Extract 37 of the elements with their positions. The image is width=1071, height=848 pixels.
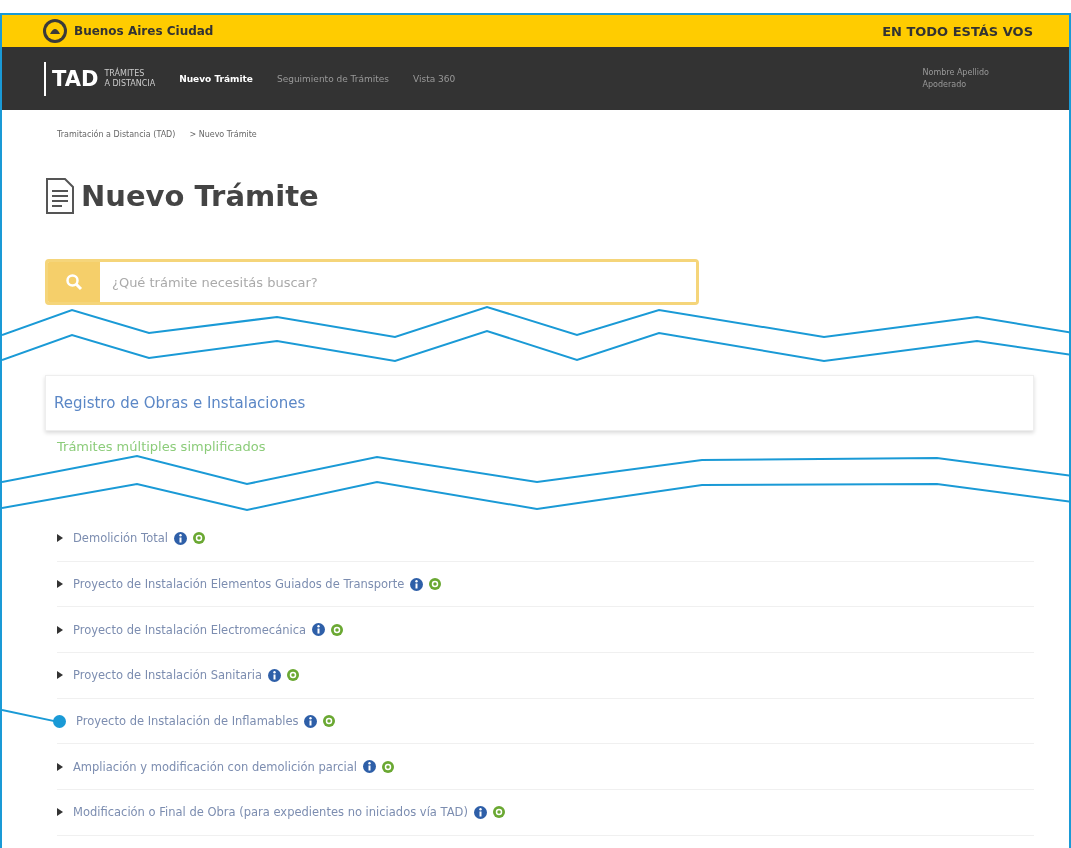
search-field[interactable]: ¿Qué trámite necesitás buscar?	[45, 259, 699, 305]
slogan: EN TODO ESTÁS VOS	[882, 23, 1033, 39]
category-header[interactable]: Registro de Obras e Instalaciones	[45, 375, 1034, 431]
page-title: Nuevo Trámite	[81, 179, 319, 213]
nav-link[interactable]: Nuevo Trámite	[179, 73, 253, 84]
info-icon[interactable]	[312, 623, 326, 637]
info-icon[interactable]	[268, 668, 281, 682]
procedure-link[interactable]: Modificación o Final de Obra (para expedientes no iniciados vía TAD)	[73, 805, 468, 820]
document-icon	[45, 177, 75, 215]
info-icon[interactable]	[473, 805, 487, 819]
breadcrumb-link[interactable]: > Nuevo Trámite	[189, 130, 257, 139]
callout-dot	[53, 714, 66, 728]
section-subtitle: Trámites múltiples simplificados	[56, 438, 267, 454]
search-icon	[65, 273, 83, 291]
logo-divider	[44, 61, 46, 96]
logo-subtitle: TRÁMITES	[104, 68, 146, 79]
tad-logo[interactable]: TAD	[52, 66, 99, 91]
procedure-link[interactable]: Proyecto de Instalación Electromecánica	[73, 622, 307, 637]
procedure-link[interactable]: Proyecto de Instalación de Inflamables	[76, 714, 299, 729]
info-icon[interactable]	[304, 714, 318, 728]
city-seal-icon	[42, 18, 68, 44]
brand-name[interactable]: Buenos Aires Ciudad	[74, 24, 214, 38]
category-title: Registro de Obras e Instalaciones	[54, 394, 306, 412]
breadcrumb-link[interactable]: Tramitación a Distancia (TAD)	[57, 130, 176, 139]
search-button[interactable]	[48, 262, 100, 302]
procedure-link[interactable]: Proyecto de Instalación Elementos Guiados de Transporte	[73, 577, 405, 592]
user-info[interactable]: Apoderado	[922, 80, 989, 89]
info-icon[interactable]	[363, 760, 376, 774]
logo-subtitle: A DISTANCIA	[104, 78, 156, 89]
nav-link[interactable]: Vista 360	[413, 73, 456, 84]
user-info[interactable]: Nombre Apellido	[922, 68, 989, 77]
procedure-link[interactable]: Proyecto de Instalación Sanitaria	[73, 668, 262, 683]
procedure-link[interactable]: Ampliación y modificación con demolición parcial	[73, 759, 357, 774]
info-icon[interactable]	[410, 577, 424, 591]
nav-link[interactable]: Seguimiento de Trámites	[276, 73, 390, 84]
info-icon[interactable]	[173, 531, 187, 545]
procedure-link[interactable]: Demolición Total	[73, 531, 168, 546]
